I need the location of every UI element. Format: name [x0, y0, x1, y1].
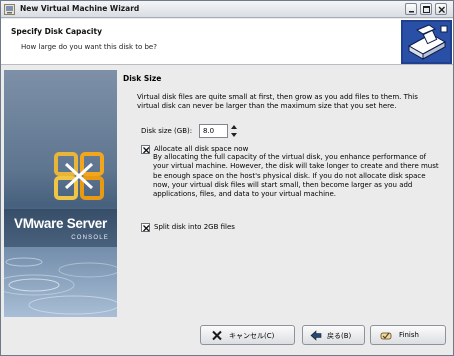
split-label[interactable]: Split disk into 2GB files: [154, 223, 235, 231]
finish-icon: [380, 332, 392, 340]
vmware-logo-icon: [54, 152, 104, 200]
cancel-label: キャンセル(C): [229, 332, 275, 340]
close-icon: [438, 6, 445, 13]
maximize-icon: [423, 6, 430, 13]
page-subtitle: How large do you want this disk to be?: [21, 43, 157, 51]
disk-size-description: Virtual disk files are quite small at fi…: [137, 93, 418, 110]
back-label: 戻る(B): [327, 332, 352, 340]
cancel-button[interactable]: キャンセル(C): [200, 325, 295, 345]
banner-product-name: VMware Server: [14, 216, 107, 231]
finish-label: Finish: [399, 331, 419, 339]
title-bar: New Virtual Machine Wizard: [1, 1, 453, 18]
maximize-button[interactable]: [420, 3, 432, 15]
check-mark-icon: [143, 147, 150, 154]
split-checkbox[interactable]: [141, 223, 150, 232]
allocate-description: By allocating the full capacity of the v…: [153, 153, 439, 199]
section-title: Disk Size: [123, 74, 162, 83]
side-banner: VMware Server CONSOLE: [4, 70, 117, 317]
close-button[interactable]: [435, 3, 447, 15]
spin-up-icon[interactable]: [231, 125, 237, 129]
finish-button[interactable]: Finish: [370, 325, 446, 345]
back-arrow-icon: [310, 330, 322, 341]
check-mark-icon: [143, 225, 150, 232]
wizard-window: New Virtual Machine Wizard Specify Disk …: [0, 0, 454, 356]
minimize-icon: [409, 11, 414, 13]
disk-size-spinner[interactable]: [230, 124, 238, 138]
allocate-label[interactable]: Allocate all disk space now: [154, 145, 248, 153]
vm-wizard-icon: [4, 4, 15, 15]
allocate-checkbox[interactable]: [141, 145, 150, 154]
disk-drive-icon: [401, 20, 452, 64]
spin-down-icon[interactable]: [231, 133, 237, 137]
banner-edition: CONSOLE: [71, 235, 109, 241]
page-title: Specify Disk Capacity: [11, 27, 102, 36]
window-title: New Virtual Machine Wizard: [20, 4, 140, 13]
disk-size-label: Disk size (GB):: [141, 127, 193, 135]
wizard-header: Specify Disk Capacity How large do you w…: [1, 19, 453, 65]
back-button[interactable]: 戻る(B): [302, 325, 365, 345]
cross-icon: [212, 330, 222, 341]
minimize-button[interactable]: [405, 3, 417, 15]
disk-size-input[interactable]: [199, 124, 228, 138]
